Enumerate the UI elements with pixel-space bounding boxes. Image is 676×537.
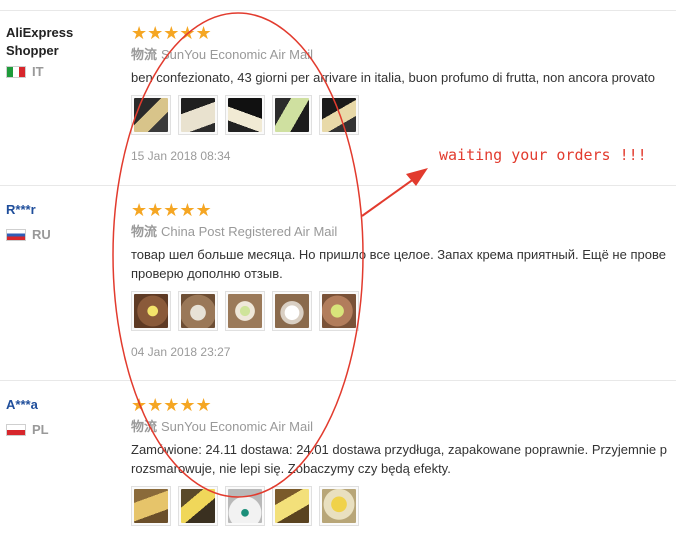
flag-russia-icon bbox=[6, 228, 26, 241]
review-photo-thumbnail[interactable] bbox=[178, 486, 218, 526]
annotation-note: waiting your orders !!! bbox=[439, 146, 647, 164]
review-photos bbox=[131, 486, 676, 526]
shipping-label: SunYou Economic Air Mail bbox=[161, 47, 314, 62]
review-item: A***a PL ★★★★★ 物流 SunYou Economic Air Mai… bbox=[0, 380, 676, 537]
review-photo-thumbnail[interactable] bbox=[131, 486, 171, 526]
review-photo-thumbnail[interactable] bbox=[225, 95, 265, 135]
reviewer-name[interactable]: R***r bbox=[6, 201, 51, 219]
shipping-method: 物流 SunYou Economic Air Mail bbox=[131, 418, 676, 436]
review-photo-thumbnail[interactable] bbox=[319, 486, 359, 526]
review-text-line: rozsmarowuje, nie lepi się. Zobaczymy cz… bbox=[131, 461, 451, 476]
shipping-label: SunYou Economic Air Mail bbox=[161, 419, 314, 434]
review-text-line: проверю дополню отзыв. bbox=[131, 266, 283, 281]
review-photo-thumbnail[interactable] bbox=[272, 95, 312, 135]
review-photos bbox=[131, 291, 676, 331]
star-rating: ★★★★★ bbox=[131, 23, 212, 43]
shipping-method: 物流 SunYou Economic Air Mail bbox=[131, 46, 676, 64]
reviewer-country: IT bbox=[6, 64, 73, 79]
reviewer-country: PL bbox=[6, 422, 49, 437]
review-text: товар шел больше месяца. Но пришло все ц… bbox=[131, 245, 676, 283]
star-rating: ★★★★★ bbox=[131, 200, 212, 220]
review-photo-thumbnail[interactable] bbox=[225, 291, 265, 331]
review-photo-thumbnail[interactable] bbox=[319, 95, 359, 135]
star-rating: ★★★★★ bbox=[131, 395, 212, 415]
review-date: 04 Jan 2018 23:27 bbox=[131, 345, 231, 359]
review-photo-thumbnail[interactable] bbox=[178, 95, 218, 135]
flag-poland-icon bbox=[6, 423, 26, 436]
country-code: IT bbox=[32, 64, 44, 79]
review-photo-thumbnail[interactable] bbox=[225, 486, 265, 526]
logistics-icon: 物流 bbox=[131, 47, 158, 62]
country-code: PL bbox=[32, 422, 49, 437]
review-text: ben confezionato, 43 giorni per arrivare… bbox=[131, 70, 655, 85]
reviewer-name[interactable]: A***a bbox=[6, 396, 49, 414]
flag-italy-icon bbox=[6, 65, 26, 78]
shipping-method: 物流 China Post Registered Air Mail bbox=[131, 223, 676, 241]
review-text: Zamówione: 24.11 dostawa: 24.01 dostawa … bbox=[131, 440, 676, 478]
reviewer-name: AliExpress Shopper bbox=[6, 25, 74, 58]
logistics-icon: 物流 bbox=[131, 224, 158, 239]
review-photo-thumbnail[interactable] bbox=[319, 291, 359, 331]
country-code: RU bbox=[32, 227, 51, 242]
review-item: R***r RU ★★★★★ 物流 China Post Registered A… bbox=[0, 185, 676, 381]
review-photos bbox=[131, 95, 676, 135]
logistics-icon: 物流 bbox=[131, 419, 158, 434]
review-text-line: Zamówione: 24.11 dostawa: 24.01 dostawa … bbox=[131, 442, 667, 457]
shipping-label: China Post Registered Air Mail bbox=[161, 224, 338, 239]
review-photo-thumbnail[interactable] bbox=[131, 95, 171, 135]
reviewer-country: RU bbox=[6, 227, 51, 242]
review-text-line: товар шел больше месяца. Но пришло все ц… bbox=[131, 247, 666, 262]
review-photo-thumbnail[interactable] bbox=[272, 486, 312, 526]
review-photo-thumbnail[interactable] bbox=[131, 291, 171, 331]
review-photo-thumbnail[interactable] bbox=[178, 291, 218, 331]
review-photo-thumbnail[interactable] bbox=[272, 291, 312, 331]
